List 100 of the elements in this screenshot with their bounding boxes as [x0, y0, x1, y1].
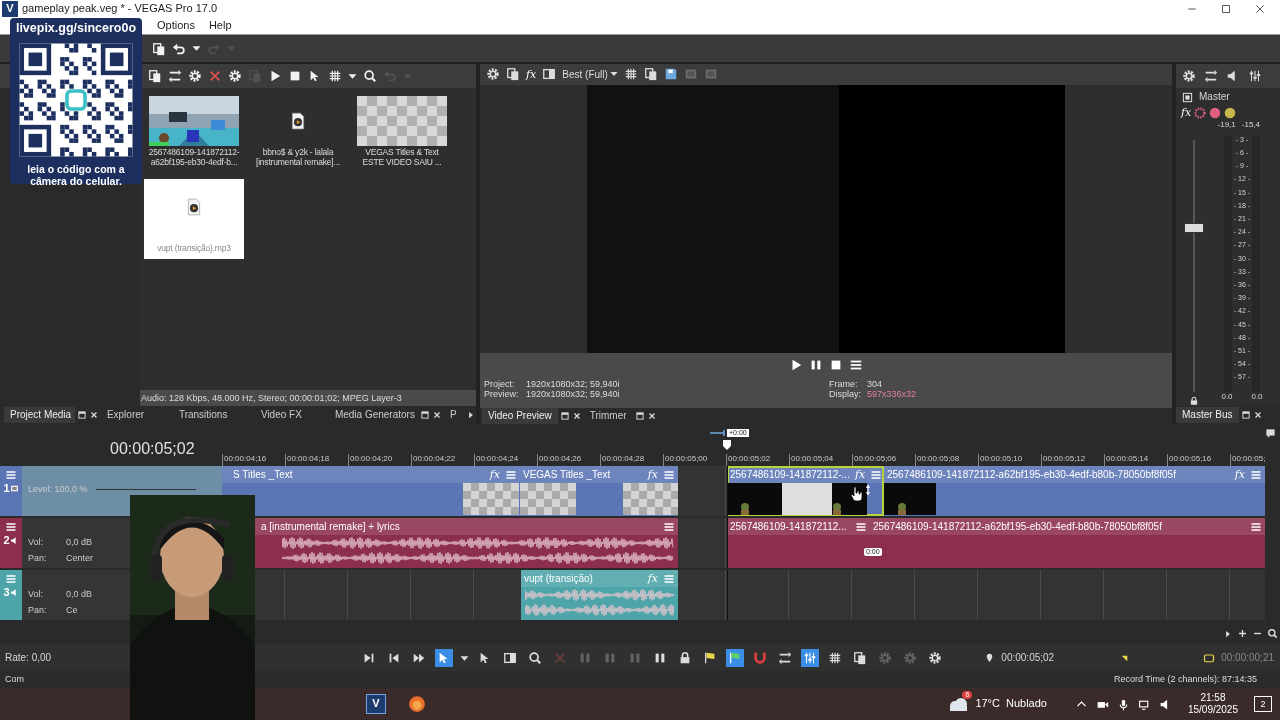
panel-tab[interactable]: Video Preview: [482, 408, 558, 424]
mixer-icon[interactable]: [801, 649, 820, 667]
fader-handle[interactable]: [1184, 223, 1204, 233]
media-item[interactable]: VEGAS Titles & Text ESTE VIDEO SAIU ...: [352, 93, 452, 177]
media-item[interactable]: 2567486109-141872112- a62bf195-eb30-4edf-b...: [144, 93, 244, 177]
menu-item[interactable]: Help: [208, 19, 232, 33]
copy-icon[interactable]: [148, 69, 162, 83]
panel-tab[interactable]: Video FX: [254, 407, 327, 423]
panel-tab[interactable]: Trimmer: [583, 408, 633, 424]
mute-icon[interactable]: [1209, 106, 1222, 119]
timeline-clip[interactable]: S Titles _Text fx: [222, 466, 520, 516]
info-label: Frame:: [829, 378, 859, 390]
title-thumbnail: [463, 483, 519, 515]
timeline-clip[interactable]: 2567486109-141872112-... fx: [727, 466, 884, 516]
record-time: Record Time (2 channels): 87:14:35: [1113, 674, 1257, 685]
caret-icon[interactable]: [348, 71, 357, 81]
panel-tab[interactable]: Media Generators: [328, 407, 418, 423]
grid-icon[interactable]: [623, 67, 638, 82]
close-icon[interactable]: [646, 411, 657, 421]
mixer-icon[interactable]: [1248, 69, 1262, 83]
stop-icon[interactable]: [288, 69, 302, 83]
track-header-strip[interactable]: 2: [0, 518, 22, 568]
comment-icon[interactable]: [1265, 427, 1276, 439]
close-icon[interactable]: [1252, 410, 1263, 420]
bus-name: Master: [1199, 91, 1230, 103]
volume-label: Vol:: [28, 537, 44, 548]
media-item[interactable]: vupt (transição).mp3: [144, 179, 244, 259]
rate-label: Rate: 0,00: [5, 652, 52, 664]
pan-label: Pan:: [28, 604, 48, 616]
checkbox-icon[interactable]: [1182, 91, 1193, 103]
close-icon[interactable]: [88, 410, 99, 420]
menu-icon[interactable]: [5, 521, 17, 533]
zoom-icon[interactable]: [1267, 628, 1278, 639]
window-icon[interactable]: [1240, 410, 1251, 420]
track-header-strip[interactable]: 1: [0, 466, 22, 516]
caret-icon[interactable]: [460, 653, 470, 663]
menu-icon[interactable]: [663, 520, 675, 533]
effects-button[interactable]: fx: [1181, 106, 1192, 120]
caret-icon[interactable]: [192, 44, 201, 53]
marker-arrow-icon: [710, 430, 726, 436]
panel-tab[interactable]: Master Bus: [1176, 407, 1239, 423]
close-icon[interactable]: [571, 411, 582, 421]
volume-value: 0,0 dB: [66, 537, 93, 548]
media-item[interactable]: bbno$ & y2k - lalala [instrumental remake]...: [248, 93, 348, 177]
copy-icon[interactable]: [506, 67, 520, 82]
taskbar-app-icon[interactable]: V: [366, 694, 386, 714]
panel-tab[interactable]: P: [444, 407, 464, 423]
playhead-icon[interactable]: [722, 440, 732, 450]
effects-icon[interactable]: [1194, 106, 1207, 119]
marker-icon[interactable]: [1120, 653, 1130, 663]
effects-button[interactable]: fx: [526, 67, 537, 81]
level-label: Level: 100,0 %: [28, 484, 88, 495]
split-screen-icon[interactable]: [542, 67, 557, 82]
grid-icon[interactable]: [328, 69, 342, 83]
effects-button[interactable]: fx: [854, 467, 866, 482]
swap-icon[interactable]: [1204, 69, 1218, 83]
panel-tab[interactable]: Transitions: [172, 407, 253, 423]
app-icon[interactable]: [408, 695, 426, 713]
zoom-icon[interactable]: [363, 69, 377, 83]
menu-item[interactable]: Options: [157, 19, 195, 33]
settings-icon[interactable]: [1182, 69, 1196, 83]
save-icon[interactable]: [663, 67, 678, 82]
effects-button[interactable]: fx: [489, 467, 500, 482]
maximize-icon[interactable]: [1220, 3, 1232, 15]
window-icon[interactable]: [76, 410, 87, 420]
window-icon[interactable]: [420, 410, 430, 420]
media-name: 2567486109-141872112- a62bf195-eb30-4edf-b...: [148, 148, 240, 168]
notifications-button[interactable]: 2: [1254, 696, 1272, 712]
undo-icon[interactable]: [172, 41, 186, 56]
delete-icon[interactable]: [208, 69, 222, 83]
settings-icon[interactable]: [486, 67, 500, 82]
lock-icon[interactable]: [1189, 396, 1199, 406]
timeline-clip[interactable]: VEGAS Titles _Text fx: [520, 466, 678, 516]
close-icon[interactable]: [1254, 3, 1266, 15]
solo-icon[interactable]: [1224, 106, 1237, 119]
effects-button[interactable]: fx: [647, 467, 658, 482]
pan-value: Ce: [66, 604, 78, 616]
swap-icon[interactable]: [168, 69, 182, 83]
window-icon[interactable]: [634, 411, 645, 421]
project-format: 1920x1080x32; 59,940i: [526, 378, 620, 390]
zoom-in-icon[interactable]: [1237, 628, 1248, 639]
timeline-clip[interactable]: 2567486109-141872112-a62bf195-eb30-4edf-b80b-78050bf8f05f fx: [884, 466, 1265, 516]
cursor-icon[interactable]: [435, 649, 454, 667]
speaker-icon: [9, 588, 19, 598]
flag-icon[interactable]: [726, 649, 745, 667]
cloud-icon[interactable]: [947, 696, 970, 712]
copy-icon[interactable]: [152, 41, 166, 56]
clock-date[interactable]: 15/09/2025: [1187, 704, 1238, 716]
window-icon[interactable]: [559, 411, 570, 421]
menu-icon[interactable]: [855, 520, 867, 533]
peak-reading: -19,1: [1217, 120, 1236, 130]
copy-icon[interactable]: [643, 67, 658, 82]
clock-time[interactable]: 21:58: [1200, 692, 1226, 704]
loop-icon[interactable]: [1203, 652, 1216, 664]
panel-tab[interactable]: Project Media: [4, 407, 75, 423]
effects-button[interactable]: fx: [1234, 467, 1245, 482]
panel-tab[interactable]: Explorer: [100, 407, 171, 423]
quality-dropdown[interactable]: Best (Full): [562, 66, 618, 82]
menu-icon[interactable]: [1250, 520, 1262, 533]
clip-name: a [instrumental remake] + lyrics: [260, 520, 401, 533]
